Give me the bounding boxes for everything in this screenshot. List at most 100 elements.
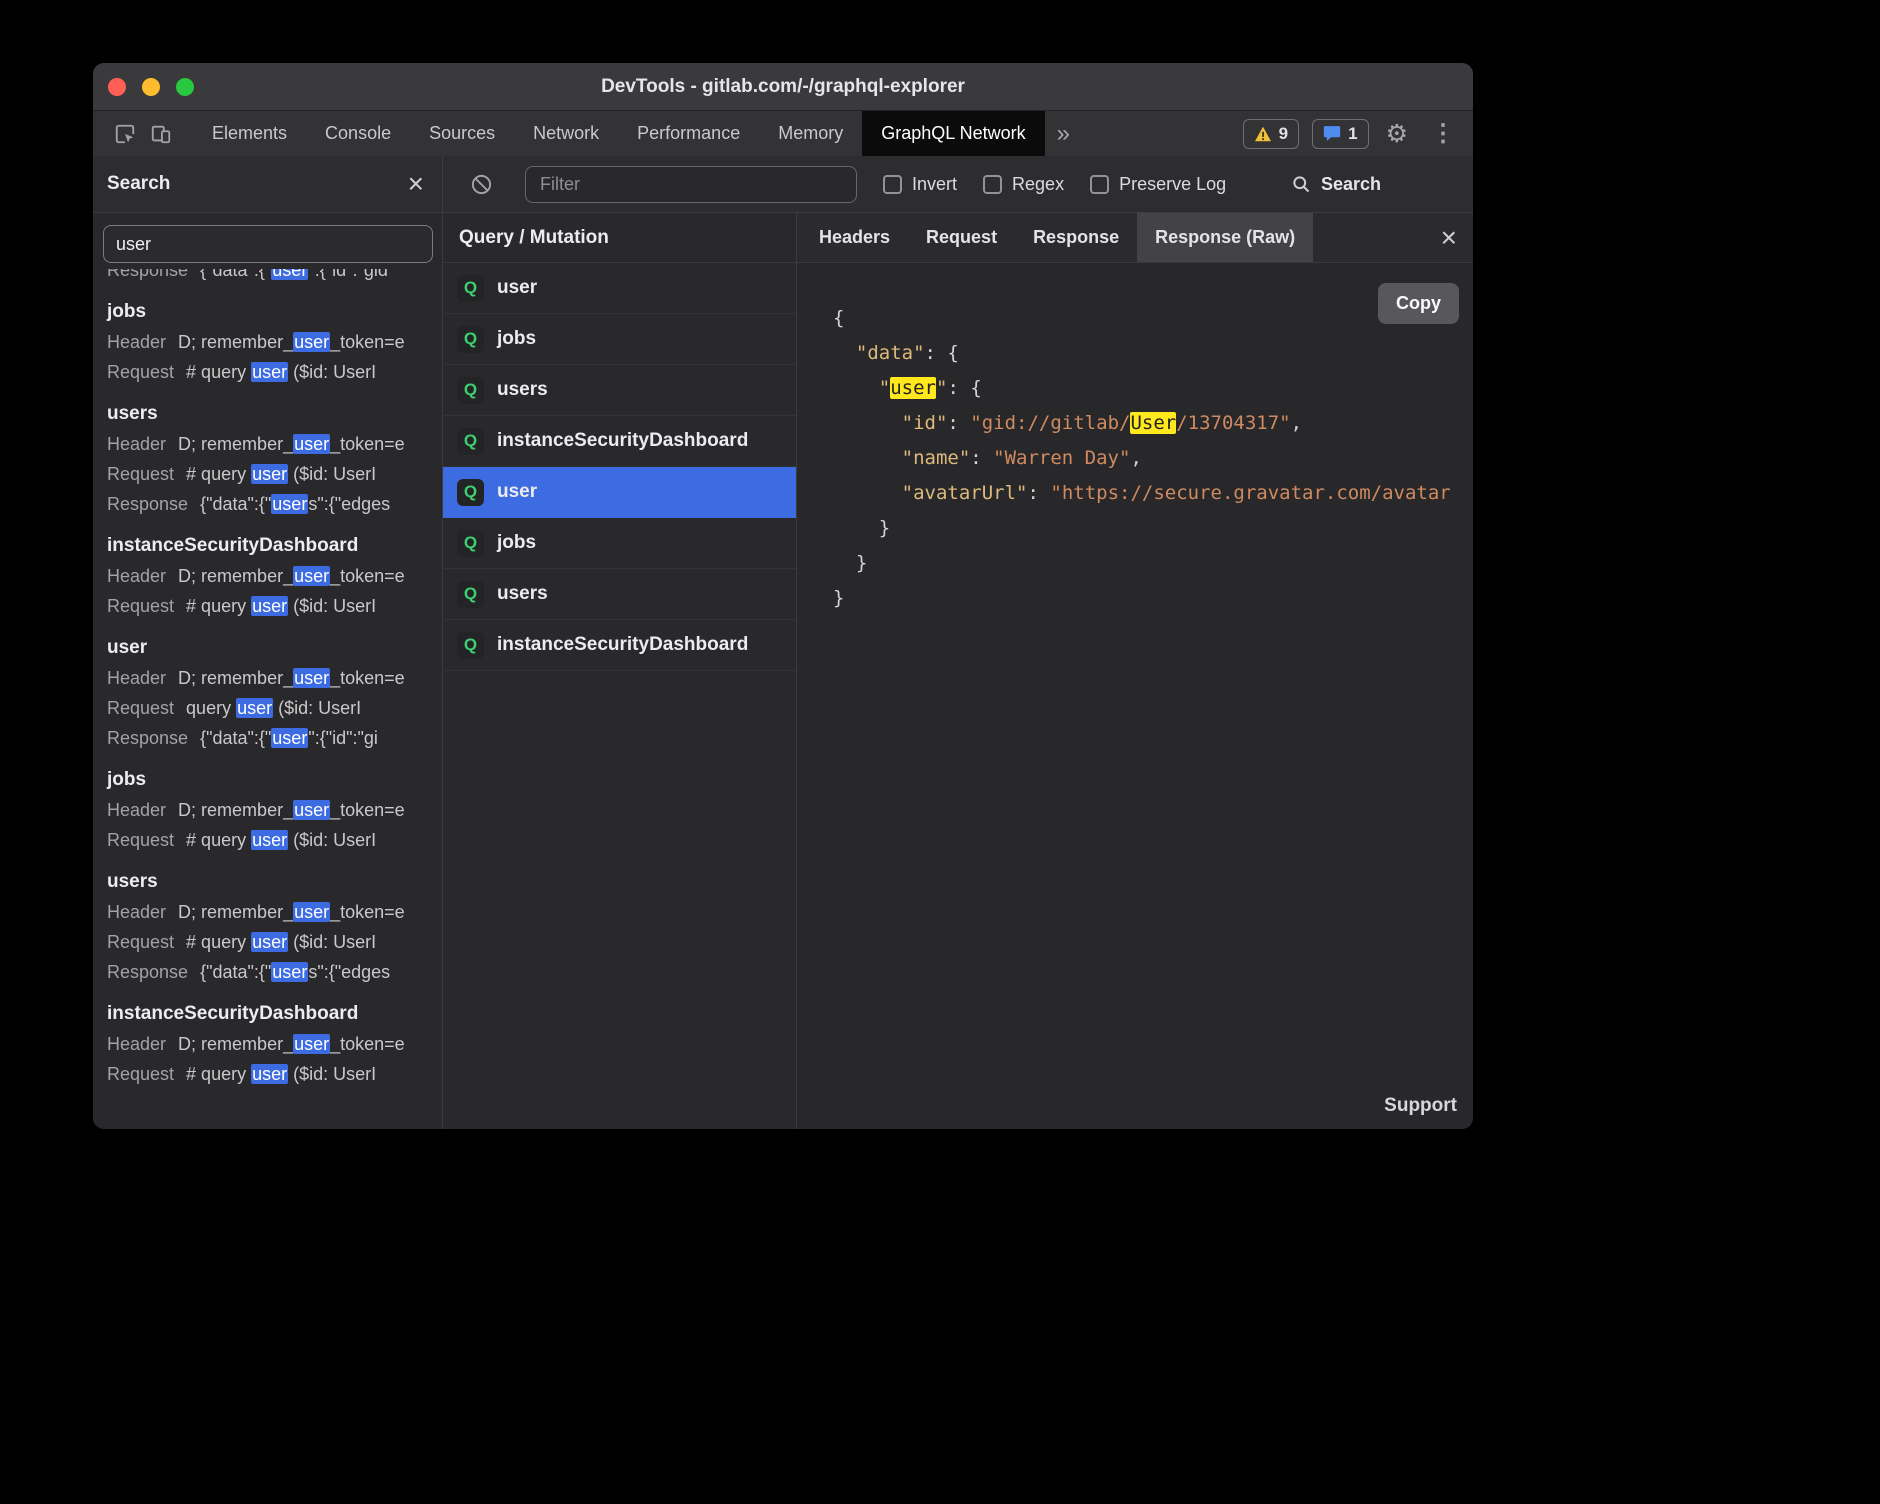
result-operation-name[interactable]: jobs — [107, 769, 428, 791]
detail-tab-response-raw[interactable]: Response (Raw) — [1137, 213, 1313, 262]
result-line-header[interactable]: HeaderD; remember_user_token=e — [107, 429, 428, 459]
close-search-panel-icon[interactable]: × — [408, 170, 424, 198]
query-list-item-jobs[interactable]: Qjobs — [443, 314, 796, 365]
json-token: "gid://gitlab/ — [970, 412, 1130, 434]
inspect-element-icon[interactable] — [107, 117, 143, 151]
query-label: instanceSecurityDashboard — [497, 430, 748, 452]
query-type-badge: Q — [457, 581, 484, 608]
checkbox-regex[interactable]: Regex — [983, 174, 1064, 195]
tab-graphql-network[interactable]: GraphQL Network — [862, 111, 1044, 156]
result-line-text: # query — [186, 1064, 251, 1084]
result-line-header[interactable]: HeaderD; remember_user_token=e — [107, 327, 428, 357]
tab-network[interactable]: Network — [514, 111, 618, 156]
result-operation-name[interactable]: users — [107, 871, 428, 893]
query-label: instanceSecurityDashboard — [497, 634, 748, 656]
query-list-item-jobs[interactable]: Qjobs — [443, 518, 796, 569]
query-list-item-users[interactable]: Qusers — [443, 365, 796, 416]
json-line: "avatarUrl": "https://secure.gravatar.co… — [833, 476, 1463, 511]
result-line-label: Request — [107, 830, 174, 850]
copy-button[interactable]: Copy — [1378, 283, 1459, 324]
toolbar-search[interactable]: Search — [1291, 174, 1381, 195]
kebab-menu-icon[interactable]: ⋮ — [1425, 119, 1461, 148]
result-line-request[interactable]: Request# query user ($id: UserI — [107, 591, 428, 621]
filter-input[interactable] — [525, 166, 857, 203]
result-line-response[interactable]: Response{"data":{"users":{"edges — [107, 957, 428, 987]
more-tabs-chevron[interactable]: » — [1045, 120, 1082, 148]
result-operation-name[interactable]: user — [107, 637, 428, 659]
result-line-header[interactable]: HeaderD; remember_user_token=e — [107, 1029, 428, 1059]
tab-elements[interactable]: Elements — [193, 111, 306, 156]
query-label: user — [497, 481, 537, 503]
json-token: : { — [925, 342, 959, 364]
toolbar: Search × Invert Regex Preserve Log Search — [93, 156, 1473, 213]
search-match-highlight: user — [251, 596, 288, 616]
tab-sources[interactable]: Sources — [410, 111, 514, 156]
tab-performance[interactable]: Performance — [618, 111, 759, 156]
detail-tab-request[interactable]: Request — [908, 213, 1015, 262]
query-list-item-instancesecuritydashboard[interactable]: QinstanceSecurityDashboard — [443, 620, 796, 671]
tab-memory[interactable]: Memory — [759, 111, 862, 156]
close-detail-icon[interactable]: × — [1425, 224, 1473, 252]
result-line-response[interactable]: Response{"data":{"users":{"edges — [107, 489, 428, 519]
result-line-request[interactable]: Request# query user ($id: UserI — [107, 1059, 428, 1089]
search-input[interactable] — [103, 225, 433, 263]
console-messages-badge[interactable]: 1 — [1312, 119, 1368, 149]
json-line: { — [833, 301, 1463, 336]
result-line-request[interactable]: Request# query user ($id: UserI — [107, 357, 428, 387]
query-list-item-user[interactable]: Quser — [443, 263, 796, 314]
result-operation-name[interactable]: instanceSecurityDashboard — [107, 535, 428, 557]
result-operation-name[interactable]: jobs — [107, 301, 428, 323]
search-match-highlight: user — [293, 566, 330, 586]
checkbox-invert[interactable]: Invert — [883, 174, 957, 195]
result-line-text: {"data":{" — [200, 728, 271, 748]
search-match-highlight: user — [251, 464, 288, 484]
result-line-header[interactable]: HeaderD; remember_user_token=e — [107, 897, 428, 927]
checkbox-box-regex[interactable] — [983, 175, 1002, 194]
query-list-item-users[interactable]: Qusers — [443, 569, 796, 620]
result-line-text: ($id: UserI — [288, 596, 376, 616]
result-operation-name[interactable]: instanceSecurityDashboard — [107, 1003, 428, 1025]
checkbox-preserve-log[interactable]: Preserve Log — [1090, 174, 1226, 195]
query-list-item-instancesecuritydashboard[interactable]: QinstanceSecurityDashboard — [443, 416, 796, 467]
search-result-group-instancesecuritydashboard: instanceSecurityDashboard HeaderD; rememb… — [93, 535, 442, 621]
search-match-highlight: user — [271, 269, 308, 280]
json-line: "user": { — [833, 371, 1463, 406]
clipped-result-line: Response{"data":{"user":{"id":"gid — [93, 269, 442, 285]
search-match-highlight: user — [293, 332, 330, 352]
json-token — [833, 342, 856, 364]
settings-gear-icon[interactable]: ⚙ — [1382, 119, 1412, 149]
minimize-window-button[interactable] — [142, 78, 160, 96]
result-line-text: # query — [186, 932, 251, 952]
result-line-request[interactable]: Request# query user ($id: UserI — [107, 459, 428, 489]
result-line-text: _token=e — [330, 800, 405, 820]
zoom-window-button[interactable] — [176, 78, 194, 96]
json-token: : — [1027, 482, 1050, 504]
query-list-item-user[interactable]: Quser — [443, 467, 796, 518]
search-match-highlight: user — [293, 434, 330, 454]
console-warnings-badge[interactable]: 9 — [1243, 119, 1299, 149]
detail-tab-headers[interactable]: Headers — [801, 213, 908, 262]
result-line-label: Request — [107, 362, 174, 382]
result-line-request[interactable]: Requestquery user ($id: UserI — [107, 693, 428, 723]
detail-tab-response[interactable]: Response — [1015, 213, 1137, 262]
checkbox-box-invert[interactable] — [883, 175, 902, 194]
result-line-header[interactable]: HeaderD; remember_user_token=e — [107, 561, 428, 591]
device-toolbar-icon[interactable] — [143, 117, 179, 151]
json-token — [833, 482, 902, 504]
support-link[interactable]: Support — [1384, 1095, 1457, 1117]
result-line-response[interactable]: Response{"data":{"user":{"id":"gi — [107, 723, 428, 753]
result-line-header[interactable]: HeaderD; remember_user_token=e — [107, 795, 428, 825]
result-line-response[interactable]: Response{"data":{"user":{"id":"gid — [107, 269, 428, 285]
clear-requests-icon[interactable] — [463, 167, 499, 201]
search-panel-header: Search × — [93, 156, 443, 212]
search-result-group-user: user HeaderD; remember_user_token=eReques… — [93, 637, 442, 753]
close-window-button[interactable] — [108, 78, 126, 96]
json-token — [833, 377, 879, 399]
json-token: , — [1291, 412, 1302, 434]
result-line-request[interactable]: Request# query user ($id: UserI — [107, 927, 428, 957]
result-line-header[interactable]: HeaderD; remember_user_token=e — [107, 663, 428, 693]
result-operation-name[interactable]: users — [107, 403, 428, 425]
checkbox-box-preserve-log[interactable] — [1090, 175, 1109, 194]
result-line-request[interactable]: Request# query user ($id: UserI — [107, 825, 428, 855]
tab-console[interactable]: Console — [306, 111, 410, 156]
